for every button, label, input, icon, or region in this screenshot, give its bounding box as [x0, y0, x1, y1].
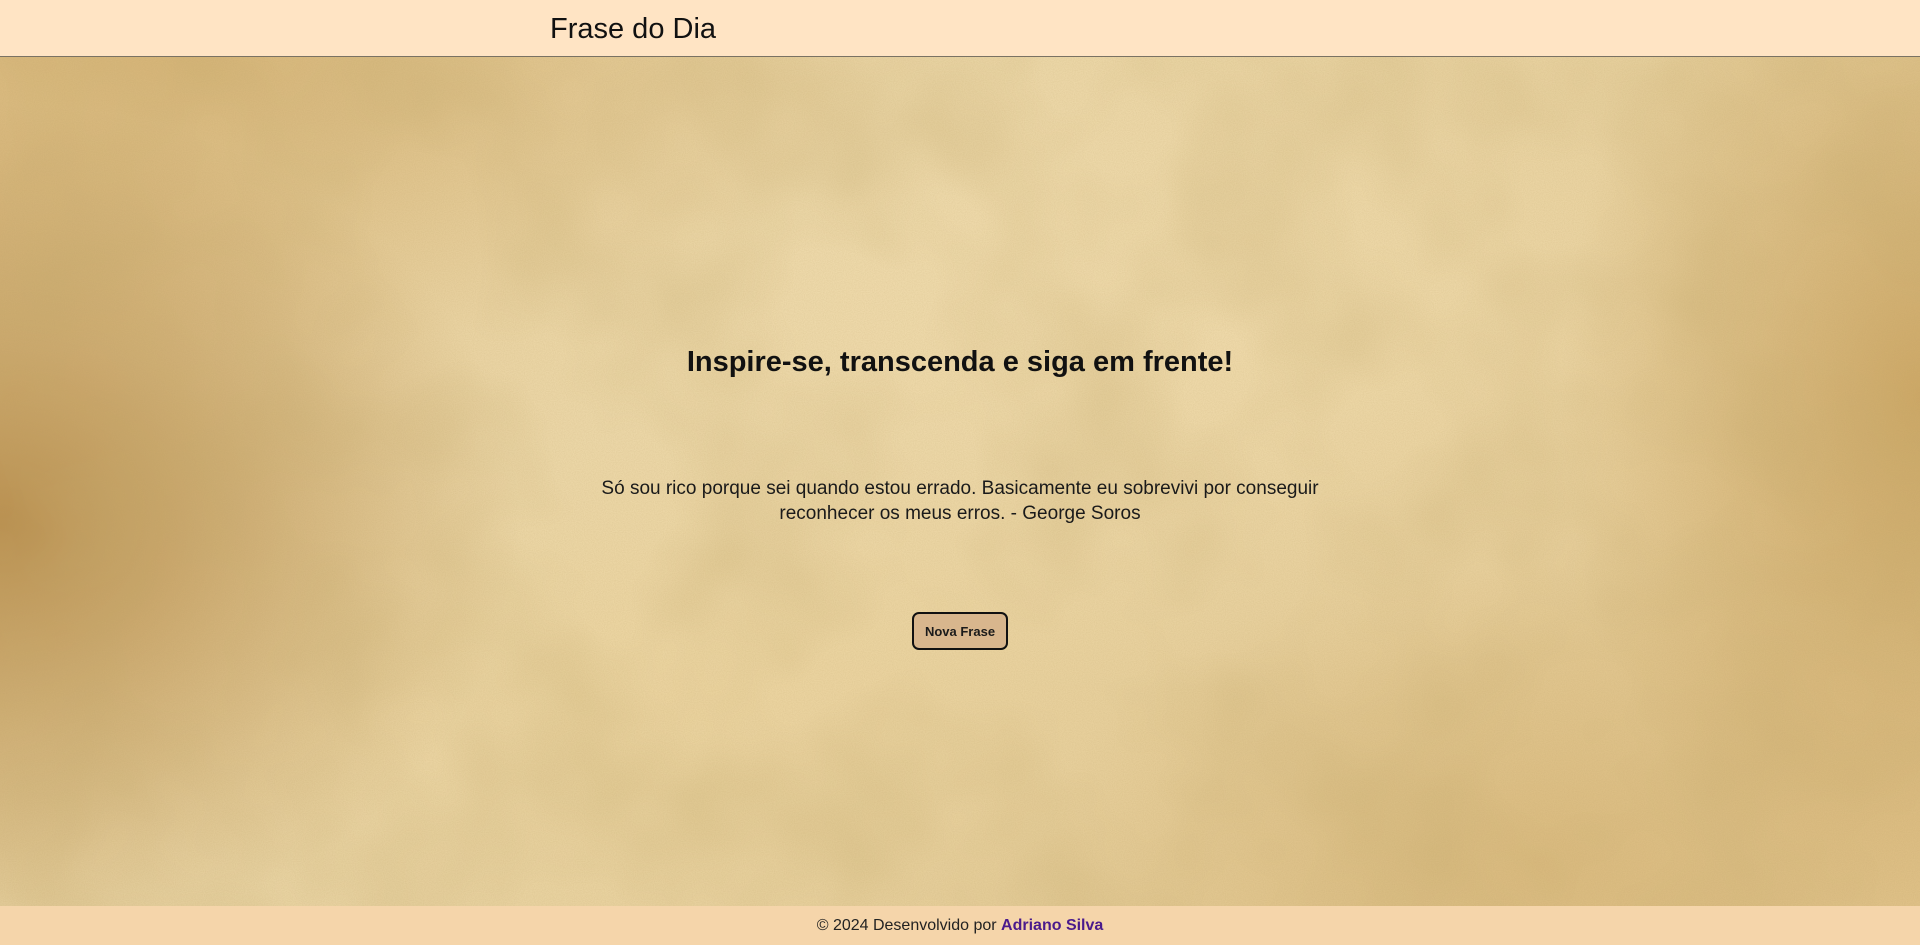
site-footer: © 2024 Desenvolvido por Adriano Silva — [0, 906, 1920, 945]
quote-text: Só sou rico porque sei quando estou erra… — [601, 478, 1319, 524]
new-quote-button[interactable]: Nova Frase — [912, 612, 1008, 650]
main-content: Inspire-se, transcenda e siga em frente!… — [0, 57, 1920, 906]
site-title: Frase do Dia — [550, 13, 717, 45]
site-header: Frase do Dia — [0, 0, 1920, 57]
page-headline: Inspire-se, transcenda e siga em frente! — [686, 346, 1234, 378]
copyright-text: © 2024 Desenvolvido por — [816, 917, 1002, 934]
author-link[interactable]: Adriano Silva — [1001, 917, 1103, 934]
